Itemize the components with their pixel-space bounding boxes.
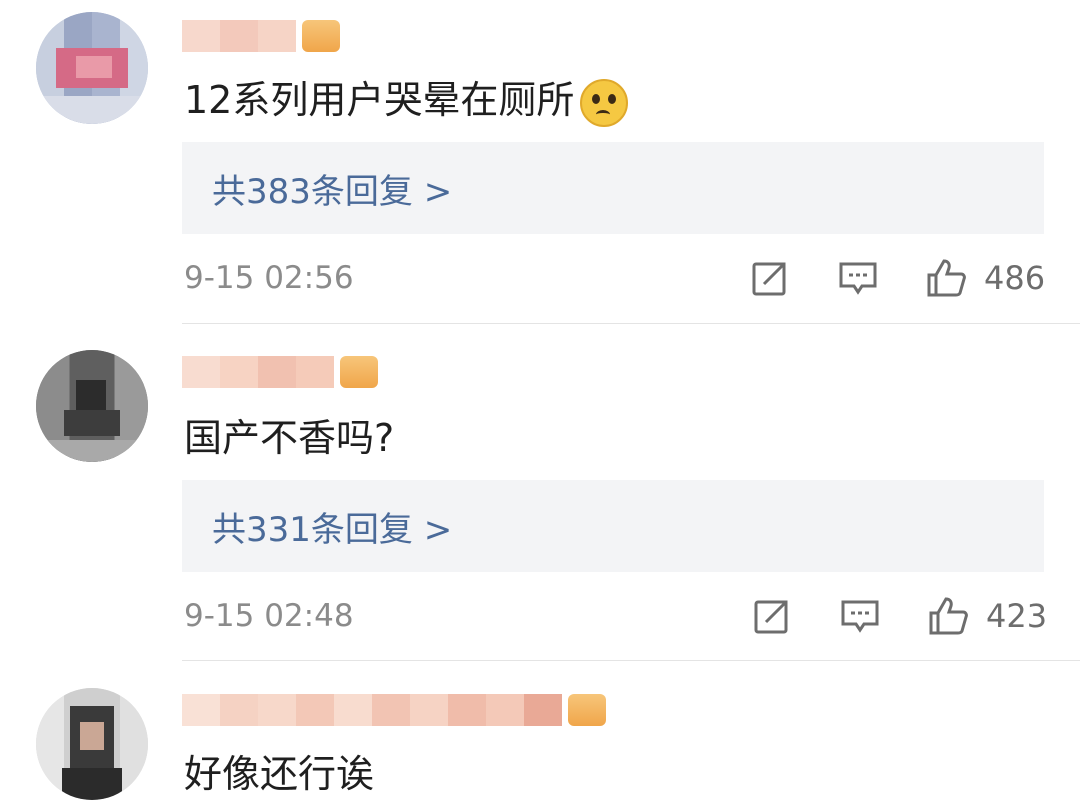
comment-text: 国产不香吗?: [184, 414, 394, 462]
timestamp: 9-15 02:48: [184, 598, 354, 634]
comment-meta: 9-15 02:56 486: [0, 254, 1080, 302]
replies-label: 共383条回复 >: [212, 171, 453, 212]
avatar[interactable]: [36, 12, 148, 124]
replies-link[interactable]: 共383条回复 >: [182, 142, 1044, 234]
divider: [182, 323, 1080, 324]
username-blurred[interactable]: [182, 694, 606, 734]
reply-icon[interactable]: [840, 596, 880, 636]
vip-badge-icon: [340, 356, 378, 388]
avatar[interactable]: [36, 350, 148, 462]
comment-text-body: 12系列用户哭晕在厕所: [184, 78, 575, 122]
replies-label: 共331条回复 >: [212, 509, 453, 550]
replies-link[interactable]: 共331条回复 >: [182, 480, 1044, 572]
username-blurred[interactable]: [182, 20, 340, 60]
vip-badge-icon: [302, 20, 340, 52]
like-icon[interactable]: [928, 596, 968, 636]
avatar[interactable]: [36, 688, 148, 800]
share-icon[interactable]: [750, 258, 790, 298]
vip-badge-icon: [568, 694, 606, 726]
share-icon[interactable]: [752, 596, 792, 636]
reply-icon[interactable]: [838, 258, 878, 298]
timestamp: 9-15 02:56: [184, 260, 354, 296]
crying-face-icon: [580, 78, 629, 127]
like-icon[interactable]: [926, 258, 966, 298]
comment-text-body: 国产不香吗?: [184, 416, 395, 460]
comment-text-body: 好像还行诶: [184, 752, 375, 796]
comment-meta: 9-15 02:48 423: [0, 592, 1080, 640]
comment-text: 好像还行诶: [184, 750, 374, 798]
like-count: 486: [984, 259, 1046, 297]
username-blurred[interactable]: [182, 356, 378, 396]
divider: [182, 660, 1080, 661]
like-count: 423: [986, 597, 1048, 635]
comment-text: 12系列用户哭晕在厕所: [184, 76, 629, 127]
